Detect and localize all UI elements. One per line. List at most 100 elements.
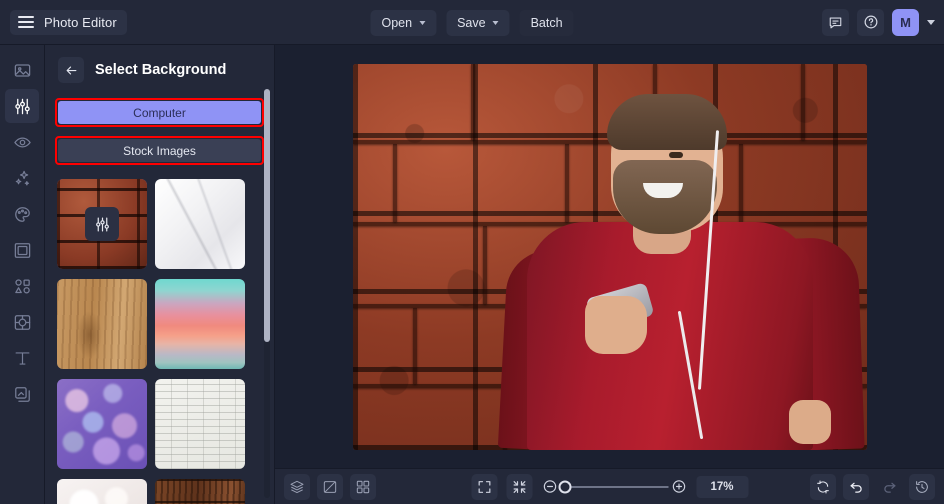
- zoom-controls: 17%: [471, 473, 748, 500]
- fit-to-screen-button[interactable]: [471, 473, 497, 500]
- plus-circle-icon[interactable]: [670, 478, 687, 495]
- subject-hair: [606, 93, 727, 150]
- thumbnail-adjust-overlay[interactable]: [85, 207, 119, 241]
- thumbnail-white-brick[interactable]: [155, 379, 245, 469]
- layers-button[interactable]: [284, 473, 310, 500]
- back-button[interactable]: [58, 57, 84, 83]
- panel-scrollbar-thumb[interactable]: [264, 89, 270, 342]
- thumbnail-dark-wood[interactable]: [155, 479, 245, 504]
- thumb-texture: [155, 279, 245, 369]
- panel-header: Select Background: [45, 48, 274, 92]
- sidebar-item-color[interactable]: [5, 197, 39, 231]
- redo-icon: [883, 482, 895, 493]
- undo-button[interactable]: [843, 473, 869, 500]
- source-computer-button[interactable]: Computer: [58, 101, 261, 124]
- adjustments-icon: [95, 217, 109, 231]
- sidebar-item-frames[interactable]: [5, 233, 39, 267]
- zoom-slider-track[interactable]: [558, 480, 668, 493]
- layers-icon: [290, 480, 304, 493]
- eye-icon: [13, 137, 31, 147]
- minus-circle-icon[interactable]: [541, 478, 558, 495]
- undo-icon: [850, 482, 862, 493]
- thumbnail-white-marble[interactable]: [155, 179, 245, 269]
- compare-icon: [323, 480, 337, 493]
- save-button[interactable]: Save: [446, 9, 510, 36]
- text-icon: [15, 351, 29, 365]
- thumbnail-purple-bokeh[interactable]: [57, 379, 147, 469]
- background-panel: Select Background Computer Stock Images: [45, 45, 275, 504]
- app-menu-button[interactable]: Photo Editor: [10, 9, 127, 35]
- redo-button[interactable]: [876, 474, 902, 500]
- collapse-icon: [513, 480, 525, 493]
- batch-button[interactable]: Batch: [519, 9, 574, 36]
- account-chevron-down-icon[interactable]: [927, 19, 935, 25]
- focus-icon: [14, 314, 30, 330]
- open-button[interactable]: Open: [370, 9, 437, 36]
- save-label: Save: [457, 15, 486, 30]
- zoom-slider[interactable]: [541, 478, 687, 495]
- layers-stack-icon: [14, 386, 30, 402]
- subject-smile: [642, 182, 683, 198]
- sidebar-item-layers[interactable]: [5, 377, 39, 411]
- help-circle-icon: [864, 15, 877, 29]
- stock-images-highlight: Stock Images: [55, 136, 264, 165]
- thumb-knot: [57, 279, 147, 369]
- batch-label: Batch: [530, 15, 563, 30]
- sidebar-item-text[interactable]: [5, 341, 39, 375]
- grid-button[interactable]: [350, 473, 376, 500]
- adjustments-icon: [14, 98, 30, 114]
- sidebar-item-elements[interactable]: [5, 269, 39, 303]
- sidebar-item-effects[interactable]: [5, 161, 39, 195]
- actual-size-button[interactable]: [506, 473, 532, 500]
- background-thumbnail-grid: [45, 179, 274, 504]
- file-actions: Open Save Batch: [370, 0, 574, 45]
- sidebar-item-retouch[interactable]: [5, 125, 39, 159]
- shapes-icon: [14, 278, 30, 293]
- subject-red-sweater: [526, 221, 813, 450]
- photo-editor-app: Photo Editor Open Save Batch M Select Ba…: [0, 0, 944, 504]
- hamburger-icon: [18, 16, 34, 28]
- history-button[interactable]: [909, 473, 935, 500]
- refresh-icon: [817, 479, 829, 494]
- avatar[interactable]: M: [892, 8, 919, 36]
- page-title: Select Background: [95, 62, 227, 78]
- source-stock-images-button[interactable]: Stock Images: [58, 139, 261, 162]
- sidebar-item-image[interactable]: [5, 53, 39, 87]
- edited-photo[interactable]: [352, 63, 867, 450]
- zoom-level-value[interactable]: 17%: [696, 475, 748, 498]
- main-body: Select Background Computer Stock Images: [0, 45, 944, 504]
- computer-highlight: Computer: [55, 98, 264, 127]
- history-icon: [916, 480, 928, 493]
- grid-icon: [356, 480, 370, 493]
- arrow-left-icon: [66, 66, 76, 74]
- frame-icon: [14, 242, 30, 258]
- bottom-toolbar: 17%: [275, 468, 944, 504]
- subject-eye: [668, 151, 683, 158]
- thumb-bokeh: [57, 379, 147, 469]
- tool-rail: [0, 45, 45, 504]
- thumb-veins: [155, 179, 245, 269]
- sidebar-item-adjust[interactable]: [5, 89, 39, 123]
- thumbnail-red-brick-wall[interactable]: [57, 179, 147, 269]
- app-title: Photo Editor: [44, 14, 117, 30]
- chevron-down-icon: [419, 21, 426, 25]
- feedback-button[interactable]: [822, 8, 849, 36]
- help-button[interactable]: [857, 8, 884, 36]
- subject-right-hand: [788, 399, 831, 444]
- image-icon: [14, 63, 30, 77]
- thumbnail-white-bokeh[interactable]: [57, 479, 147, 504]
- canvas-stage[interactable]: [275, 45, 944, 468]
- photo-subject: [493, 93, 867, 450]
- thumb-texture: [155, 379, 245, 469]
- thumbnail-pastel-gradient[interactable]: [155, 279, 245, 369]
- thumb-texture: [155, 479, 245, 504]
- sparkles-icon: [15, 170, 29, 185]
- thumbnail-light-wood[interactable]: [57, 279, 147, 369]
- thumb-bokeh: [57, 479, 147, 504]
- compare-button[interactable]: [317, 473, 343, 500]
- subject-left-hand: [584, 295, 647, 354]
- reset-button[interactable]: [810, 473, 836, 500]
- source-selector: Computer Stock Images: [45, 92, 274, 165]
- sidebar-item-focus[interactable]: [5, 305, 39, 339]
- zoom-slider-handle[interactable]: [558, 480, 571, 493]
